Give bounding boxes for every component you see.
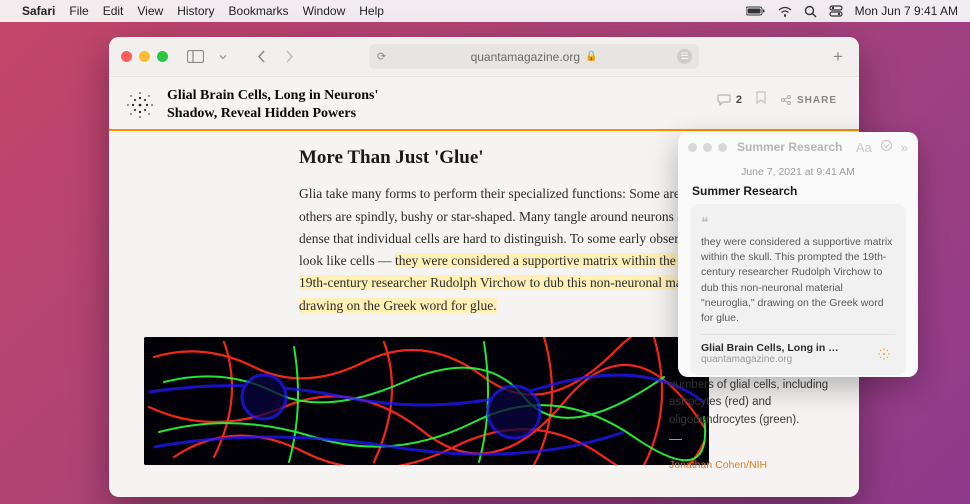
share-icon <box>780 94 792 106</box>
note-heading: Summer Research <box>678 184 918 204</box>
url-host: quantamagazine.org <box>471 50 580 64</box>
new-tab-button[interactable]: + <box>829 47 847 67</box>
forward-button[interactable] <box>276 46 302 68</box>
menu-bookmarks[interactable]: Bookmarks <box>229 4 289 18</box>
menu-window[interactable]: Window <box>303 4 346 18</box>
checklist-icon[interactable] <box>880 139 893 155</box>
quote-icon: ❝ <box>701 214 895 231</box>
note-window-title: Summer Research <box>737 140 848 154</box>
menu-view[interactable]: View <box>137 4 163 18</box>
bookmark-icon <box>756 91 766 104</box>
menu-help[interactable]: Help <box>359 4 384 18</box>
note-link-card[interactable]: ❝ they were considered a supportive matr… <box>690 204 906 375</box>
menu-file[interactable]: File <box>69 4 88 18</box>
quick-note-window: Summer Research Aa » June 7, 2021 at 9:4… <box>678 132 918 377</box>
note-source-domain: quantamagazine.org <box>701 354 865 365</box>
minimize-window-button[interactable] <box>139 51 150 62</box>
safari-toolbar: ⟳ quantamagazine.org 🔒 ☰ + <box>109 37 859 77</box>
bookmark-button[interactable] <box>756 91 766 109</box>
menu-edit[interactable]: Edit <box>103 4 124 18</box>
zoom-window-button[interactable] <box>157 51 168 62</box>
format-text-icon[interactable]: Aa <box>856 140 872 155</box>
macos-menubar: Safari File Edit View History Bookmarks … <box>0 0 970 22</box>
search-icon[interactable] <box>804 5 817 18</box>
note-date: June 7, 2021 at 9:41 AM <box>678 162 918 184</box>
note-source-logo <box>873 343 895 365</box>
article-title: Glial Brain Cells, Long in Neurons' Shad… <box>167 87 378 123</box>
note-source-title: Glial Brain Cells, Long in … <box>701 342 865 354</box>
reload-icon[interactable]: ⟳ <box>377 50 386 63</box>
share-button[interactable]: SHARE <box>780 94 837 106</box>
comment-icon <box>717 94 731 106</box>
article-header: Glial Brain Cells, Long in Neurons' Shad… <box>109 77 859 131</box>
wifi-icon[interactable] <box>778 6 792 17</box>
reader-button[interactable]: ☰ <box>677 49 692 64</box>
close-window-button[interactable] <box>121 51 132 62</box>
note-close-button[interactable] <box>688 143 697 152</box>
note-source: Glial Brain Cells, Long in … quantamagaz… <box>701 334 895 365</box>
note-quote-text: they were considered a supportive matrix… <box>701 235 895 326</box>
sidebar-chevron-icon[interactable] <box>210 46 236 68</box>
control-center-icon[interactable] <box>829 5 843 17</box>
note-zoom-button[interactable] <box>718 143 727 152</box>
site-logo[interactable] <box>125 90 155 120</box>
lock-icon: 🔒 <box>585 51 597 62</box>
menu-history[interactable]: History <box>177 4 214 18</box>
figure-credit: Jonathan Cohen/NIH <box>669 458 829 474</box>
comment-count: 2 <box>736 94 742 106</box>
app-menu[interactable]: Safari <box>22 4 55 18</box>
figure-caption: numbers of glial cells, including astroc… <box>669 377 829 474</box>
article-actions: 2 SHARE <box>717 91 837 109</box>
address-bar[interactable]: ⟳ quantamagazine.org 🔒 ☰ <box>369 44 699 69</box>
comments-button[interactable]: 2 <box>717 94 742 106</box>
article-figure <box>144 337 709 465</box>
sidebar-button[interactable] <box>182 46 208 68</box>
back-button[interactable] <box>248 46 274 68</box>
menubar-clock[interactable]: Mon Jun 7 9:41 AM <box>855 4 958 18</box>
note-titlebar: Summer Research Aa » <box>678 132 918 162</box>
battery-icon[interactable] <box>746 6 766 16</box>
note-minimize-button[interactable] <box>703 143 712 152</box>
more-toolbar-icon[interactable]: » <box>901 140 908 155</box>
window-controls <box>121 51 168 62</box>
